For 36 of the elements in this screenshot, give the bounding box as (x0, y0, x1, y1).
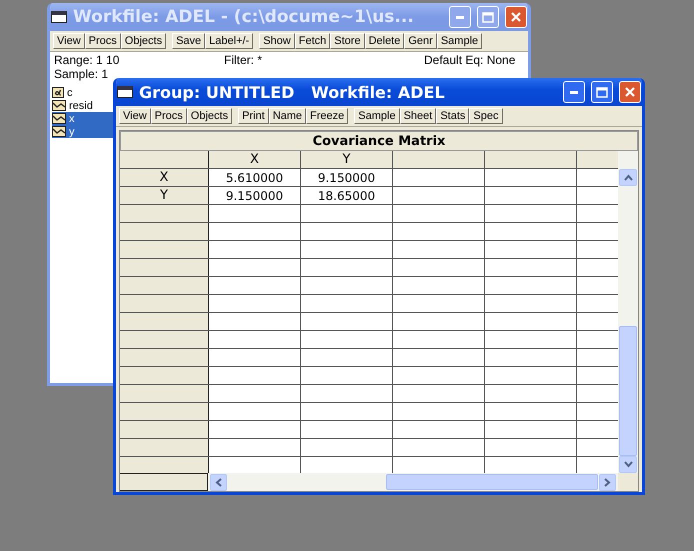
toolbar-button[interactable]: Procs (150, 108, 187, 124)
table-title: Covariance Matrix (120, 131, 638, 151)
toolbar-button[interactable]: Genr (404, 33, 437, 49)
toolbar-button[interactable]: Sample (436, 33, 482, 49)
row-header: Y (120, 187, 209, 204)
filter-label: Filter: * (224, 53, 264, 67)
window-title: Group: UNTITLED Workfile: ADEL (139, 82, 446, 102)
toolbar-button[interactable]: Name (268, 108, 306, 124)
toolbar-button[interactable]: Objects (120, 33, 166, 49)
range-label: Range: 1 10 (54, 53, 120, 67)
toolbar-button[interactable]: Sheet (400, 108, 436, 124)
toolbar-button[interactable]: Store (330, 33, 365, 49)
toolbar-button[interactable]: View (53, 33, 85, 49)
toolbar-button[interactable]: View (119, 108, 151, 124)
toolbar-button[interactable]: Procs (84, 33, 121, 49)
object-item[interactable]: y (52, 125, 114, 138)
toolbar-button[interactable]: Label+/- (205, 33, 254, 49)
column-header: Y (301, 151, 393, 168)
toolbar-button[interactable]: Save (172, 33, 206, 49)
sample-label: Sample: 1 (54, 67, 110, 81)
object-item[interactable]: resid (52, 99, 114, 112)
toolbar-button[interactable]: Delete (364, 33, 404, 49)
row-header: X (120, 169, 209, 186)
toolbar-button[interactable]: Stats (436, 108, 470, 124)
column-header: X (209, 151, 301, 168)
toolbar-button[interactable]: Sample (354, 108, 400, 124)
toolbar-button[interactable]: Show (259, 33, 295, 49)
default-equation-label: Default Eq: None (424, 53, 516, 67)
object-item[interactable]: x (52, 112, 114, 125)
window-title: Workfile: ADEL - (c:\docume~1\us... (73, 7, 415, 27)
toolbar-button[interactable]: Print (238, 108, 269, 124)
toolbar-button[interactable]: Freeze (306, 108, 348, 124)
toolbar-button[interactable]: Objects (186, 108, 232, 124)
toolbar-button[interactable]: Spec (469, 108, 502, 124)
toolbar-button[interactable]: Fetch (294, 33, 330, 49)
object-item[interactable]: c (52, 86, 114, 99)
